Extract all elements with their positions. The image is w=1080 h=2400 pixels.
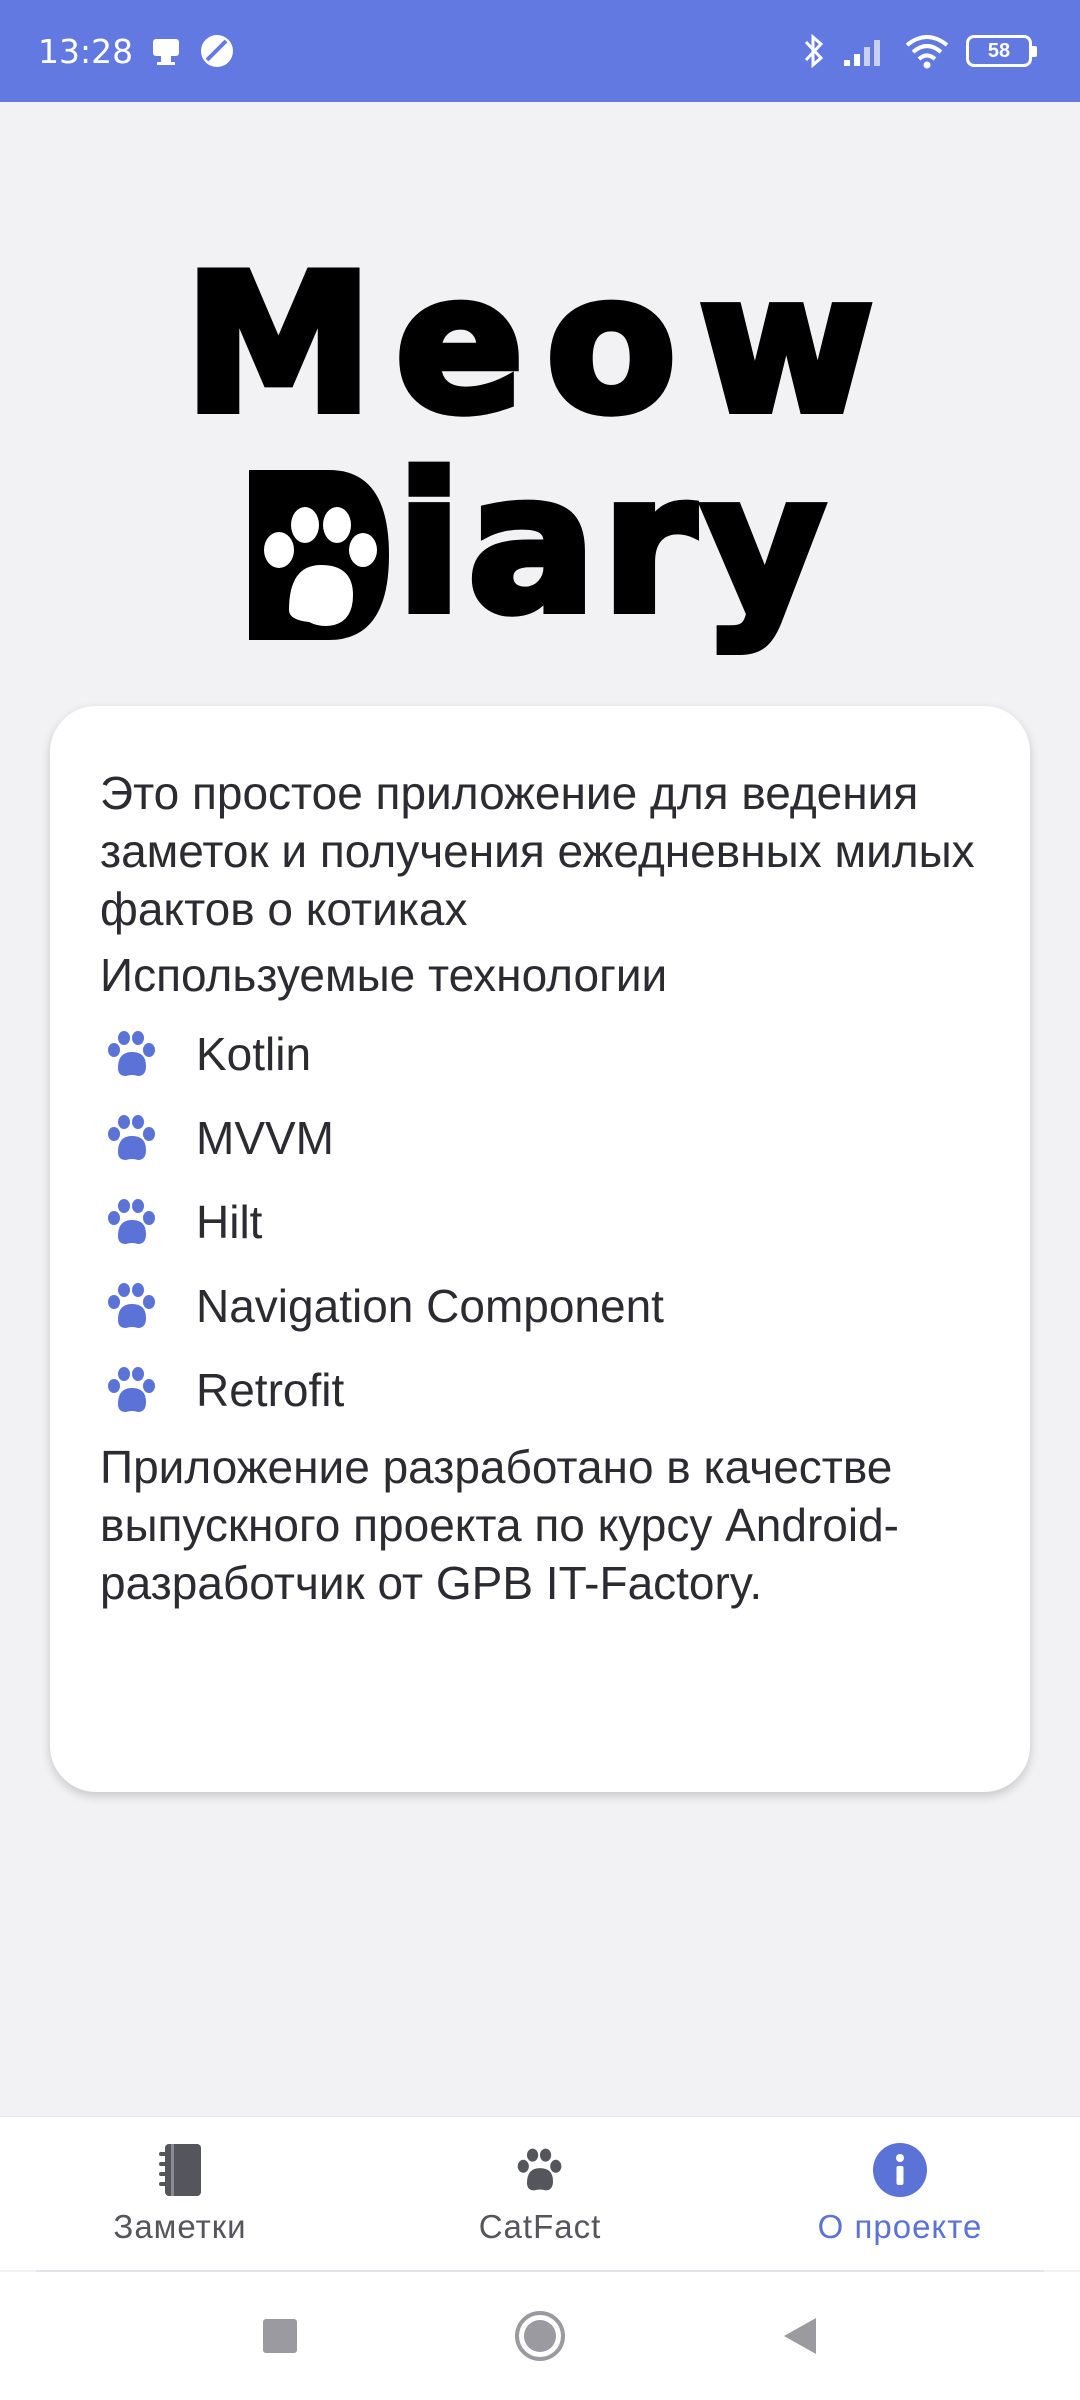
paw-bullet-icon (108, 1115, 155, 1160)
wifi-icon (904, 33, 950, 69)
bottom-navigation: Заметки CatFact О проекте (0, 2116, 1080, 2270)
status-bar-left: 13:28 (38, 32, 235, 71)
logo-paw-icon (248, 470, 389, 640)
status-time: 13:28 (38, 31, 134, 71)
tech-label: MVVM (196, 1112, 334, 1164)
list-item: Kotlin (100, 1012, 980, 1096)
bluetooth-icon (802, 32, 826, 70)
nav-item-catfact[interactable]: CatFact (360, 2117, 720, 2270)
list-item: Hilt (100, 1180, 980, 1264)
nav-item-about[interactable]: О проекте (720, 2117, 1080, 2270)
battery-level: 58 (987, 39, 1011, 62)
nav-label-notes: Заметки (113, 2207, 247, 2245)
home-button[interactable] (510, 2306, 570, 2366)
tech-label: Navigation Component (196, 1280, 664, 1332)
tech-list: Kotlin MVVM Hilt Navigation Component Re… (100, 1012, 980, 1432)
status-bar: 13:28 58 (0, 0, 1080, 102)
list-item: Retrofit (100, 1348, 980, 1432)
nav-item-notes[interactable]: Заметки (0, 2117, 360, 2270)
system-navigation-bar (0, 2272, 1080, 2400)
list-item: MVVM (100, 1096, 980, 1180)
notification-icon (149, 34, 183, 68)
logo-line-2: iary (248, 434, 832, 655)
status-bar-right: 58 (802, 32, 1037, 70)
recents-button[interactable] (250, 2306, 310, 2366)
nav-label-catfact: CatFact (478, 2207, 602, 2245)
app-logo: Meow iary (0, 234, 1080, 670)
back-button[interactable] (770, 2306, 830, 2366)
list-item: Navigation Component (100, 1264, 980, 1348)
paw-icon (512, 2142, 568, 2198)
tech-label: Kotlin (196, 1028, 312, 1080)
paw-bullet-icon (108, 1199, 155, 1244)
battery-icon: 58 (966, 35, 1037, 67)
tech-label: Hilt (196, 1196, 263, 1248)
paw-bullet-icon (108, 1283, 155, 1328)
project-footer-text: Приложение разработано в качестве выпуск… (100, 1441, 899, 1609)
logo-line-1: Meow (180, 234, 896, 455)
vpn-icon (199, 33, 235, 69)
about-card: Это простое приложение для ведения замет… (50, 706, 1030, 1792)
nav-label-about: О проекте (817, 2207, 983, 2245)
paw-bullet-icon (108, 1367, 155, 1412)
signal-icon (842, 34, 888, 68)
app-description: Это простое приложение для ведения замет… (100, 767, 975, 935)
info-icon (872, 2142, 928, 2198)
tech-label: Retrofit (196, 1364, 345, 1416)
tech-heading: Используемые технологии (100, 949, 668, 1001)
logo-line-2-text: iary (393, 434, 832, 655)
paw-bullet-icon (108, 1031, 155, 1076)
notebook-icon (152, 2142, 208, 2198)
